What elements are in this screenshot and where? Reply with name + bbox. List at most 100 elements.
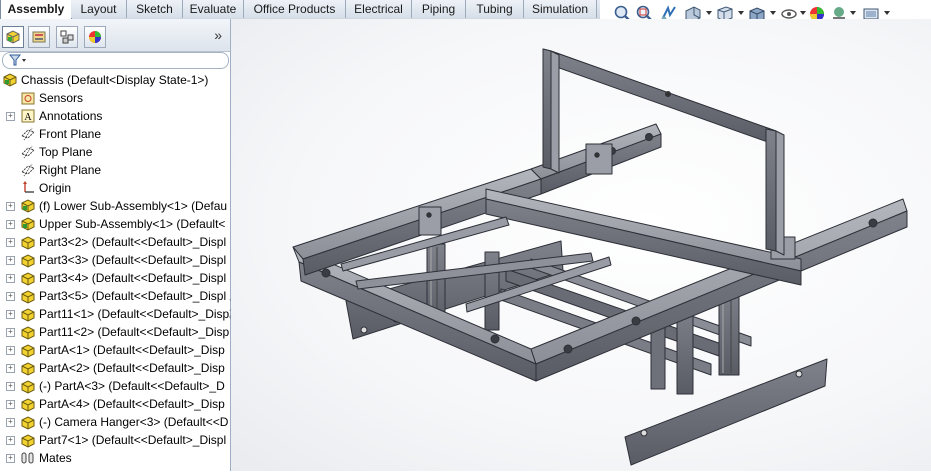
property-manager-tab[interactable]: [28, 26, 50, 48]
display-manager-tab[interactable]: [84, 26, 106, 48]
part-icon: [21, 398, 35, 412]
tree-item-row[interactable]: + Part11<1> (Default<<Default>_Disp: [0, 305, 230, 323]
tree-item-row[interactable]: Right Plane: [0, 161, 230, 179]
tree-item-label: Top Plane: [39, 145, 93, 159]
tree-item-row[interactable]: Sensors: [0, 89, 230, 107]
plane-icon: [21, 163, 35, 177]
part-icon: [21, 272, 35, 286]
expand-arrows-icon[interactable]: »: [214, 27, 222, 43]
tab-tubing[interactable]: Tubing: [466, 0, 524, 18]
part-icon: [21, 380, 35, 394]
tree-item-row[interactable]: + Upper Sub-Assembly<1> (Default<: [0, 215, 230, 233]
tree-item-label: Chassis (Default<Display State-1>): [21, 73, 209, 87]
mates-icon: [21, 452, 34, 464]
expand-toggle-icon[interactable]: +: [6, 328, 15, 337]
tree-item-row[interactable]: + (f) Lower Sub-Assembly<1> (Defau: [0, 197, 230, 215]
tree-item-label: (-) Camera Hanger<3> (Default<<D: [39, 415, 229, 429]
origin-icon: [23, 181, 34, 193]
plane-icon: [21, 145, 35, 159]
tab-piping[interactable]: Piping: [412, 0, 466, 18]
tree-item-row[interactable]: + Part11<2> (Default<<Default>_Disp: [0, 323, 230, 341]
tree-item-row[interactable]: + (-) PartA<3> (Default<<Default>_D: [0, 377, 230, 395]
tree-item-label: Sensors: [39, 91, 84, 105]
tree-item-label: Mates: [39, 451, 72, 465]
tree-item-row[interactable]: + Mates: [0, 449, 230, 467]
expand-toggle-icon[interactable]: +: [6, 256, 15, 265]
subassembly-icon: [21, 217, 35, 231]
graphics-area[interactable]: [231, 19, 931, 471]
tree-item-label: Part3<4> (Default<<Default>_Displ: [39, 271, 227, 285]
chassis-model[interactable]: [231, 19, 931, 471]
expand-toggle-icon[interactable]: +: [6, 382, 15, 391]
tree-item-row[interactable]: + PartA<4> (Default<<Default>_Disp: [0, 395, 230, 413]
tree-item-label: Front Plane: [39, 127, 102, 141]
expand-toggle-icon[interactable]: +: [6, 310, 15, 319]
tree-item-label: Upper Sub-Assembly<1> (Default<: [39, 217, 226, 231]
tree-item-row[interactable]: + Part3<2> (Default<<Default>_Displ: [0, 233, 230, 251]
tree-item-label: Part3<3> (Default<<Default>_Displ: [39, 253, 227, 267]
configuration-manager-icon: [60, 30, 74, 44]
part-icon: [21, 236, 35, 250]
expand-toggle-icon[interactable]: +: [6, 364, 15, 373]
tree-filter[interactable]: [2, 52, 229, 69]
feature-tree: Chassis (Default<Display State-1>) Sensor…: [0, 71, 230, 471]
tree-item-row[interactable]: + PartA<2> (Default<<Default>_Disp: [0, 359, 230, 377]
part-icon: [21, 308, 35, 322]
feature-manager-tab[interactable]: [2, 26, 24, 48]
property-manager-icon: [32, 31, 46, 43]
upper-frame-left-post: [542, 48, 552, 170]
tree-item-label: Part7<1> (Default<<Default>_Displ: [39, 433, 227, 447]
subassembly-icon: [21, 199, 35, 213]
sensors-icon: [21, 92, 35, 105]
tree-item-label: Annotations: [39, 109, 103, 123]
tree-item-label: Part3<2> (Default<<Default>_Displ: [39, 235, 227, 249]
feature-manager-icon: [6, 30, 20, 44]
expand-toggle-icon[interactable]: +: [6, 346, 15, 355]
expand-toggle-icon[interactable]: +: [6, 436, 15, 445]
tree-item-label: PartA<2> (Default<<Default>_Disp: [39, 361, 225, 375]
tree-item-label: Origin: [39, 181, 72, 195]
expand-toggle-icon[interactable]: +: [6, 454, 15, 463]
expand-toggle-icon[interactable]: +: [6, 418, 15, 427]
tree-item-label: PartA<1> (Default<<Default>_Disp: [39, 343, 225, 357]
assembly-icon: [3, 73, 17, 87]
tree-item-chassis-root[interactable]: Chassis (Default<Display State-1>): [0, 71, 230, 89]
tab-electrical[interactable]: Electrical: [346, 0, 412, 18]
expand-toggle-icon[interactable]: +: [6, 274, 15, 283]
tree-item-row[interactable]: Front Plane: [0, 125, 230, 143]
configuration-manager-tab[interactable]: [56, 26, 78, 48]
part-icon: [21, 326, 35, 340]
tab-sketch[interactable]: Sketch: [127, 0, 183, 18]
tree-item-row[interactable]: + Part7<1> (Default<<Default>_Displ: [0, 431, 230, 449]
expand-toggle-icon[interactable]: +: [6, 292, 15, 301]
tree-item-label: Part11<2> (Default<<Default>_Disp: [39, 325, 230, 339]
expand-toggle-icon[interactable]: +: [6, 112, 15, 121]
part-icon: [21, 434, 35, 448]
tab-evaluate[interactable]: Evaluate: [183, 0, 244, 18]
part-icon: [21, 362, 35, 376]
tree-item-row[interactable]: + Part3<4> (Default<<Default>_Displ: [0, 269, 230, 287]
part-icon: [21, 254, 35, 268]
expand-toggle-icon[interactable]: +: [6, 238, 15, 247]
tab-simulation[interactable]: Simulation: [524, 0, 597, 18]
expand-toggle-icon[interactable]: +: [6, 202, 15, 211]
part-icon: [21, 290, 35, 304]
tab-assembly[interactable]: Assembly: [0, 0, 72, 19]
tree-item-row[interactable]: + Part3<5> (Default<<Default>_Displ: [0, 287, 230, 305]
part-icon: [21, 344, 35, 358]
tree-item-label: Part11<1> (Default<<Default>_Disp: [39, 307, 230, 321]
tab-layout[interactable]: Layout: [71, 0, 127, 18]
tree-item-row[interactable]: + A Annotations: [0, 107, 230, 125]
tab-office-products[interactable]: Office Products: [244, 0, 346, 18]
expand-toggle-icon[interactable]: +: [6, 400, 15, 409]
manager-tabs: »: [0, 19, 230, 52]
annotations-icon: A: [21, 109, 35, 123]
tree-item-row[interactable]: Origin: [0, 179, 230, 197]
tree-item-row[interactable]: + (-) Camera Hanger<3> (Default<<D: [0, 413, 230, 431]
tree-item-row[interactable]: + Part3<3> (Default<<Default>_Displ: [0, 251, 230, 269]
tree-item-row[interactable]: Top Plane: [0, 143, 230, 161]
upper-frame-right-post: [765, 128, 777, 252]
tree-item-row[interactable]: + PartA<1> (Default<<Default>_Disp: [0, 341, 230, 359]
plane-icon: [21, 127, 35, 141]
expand-toggle-icon[interactable]: +: [6, 220, 15, 229]
